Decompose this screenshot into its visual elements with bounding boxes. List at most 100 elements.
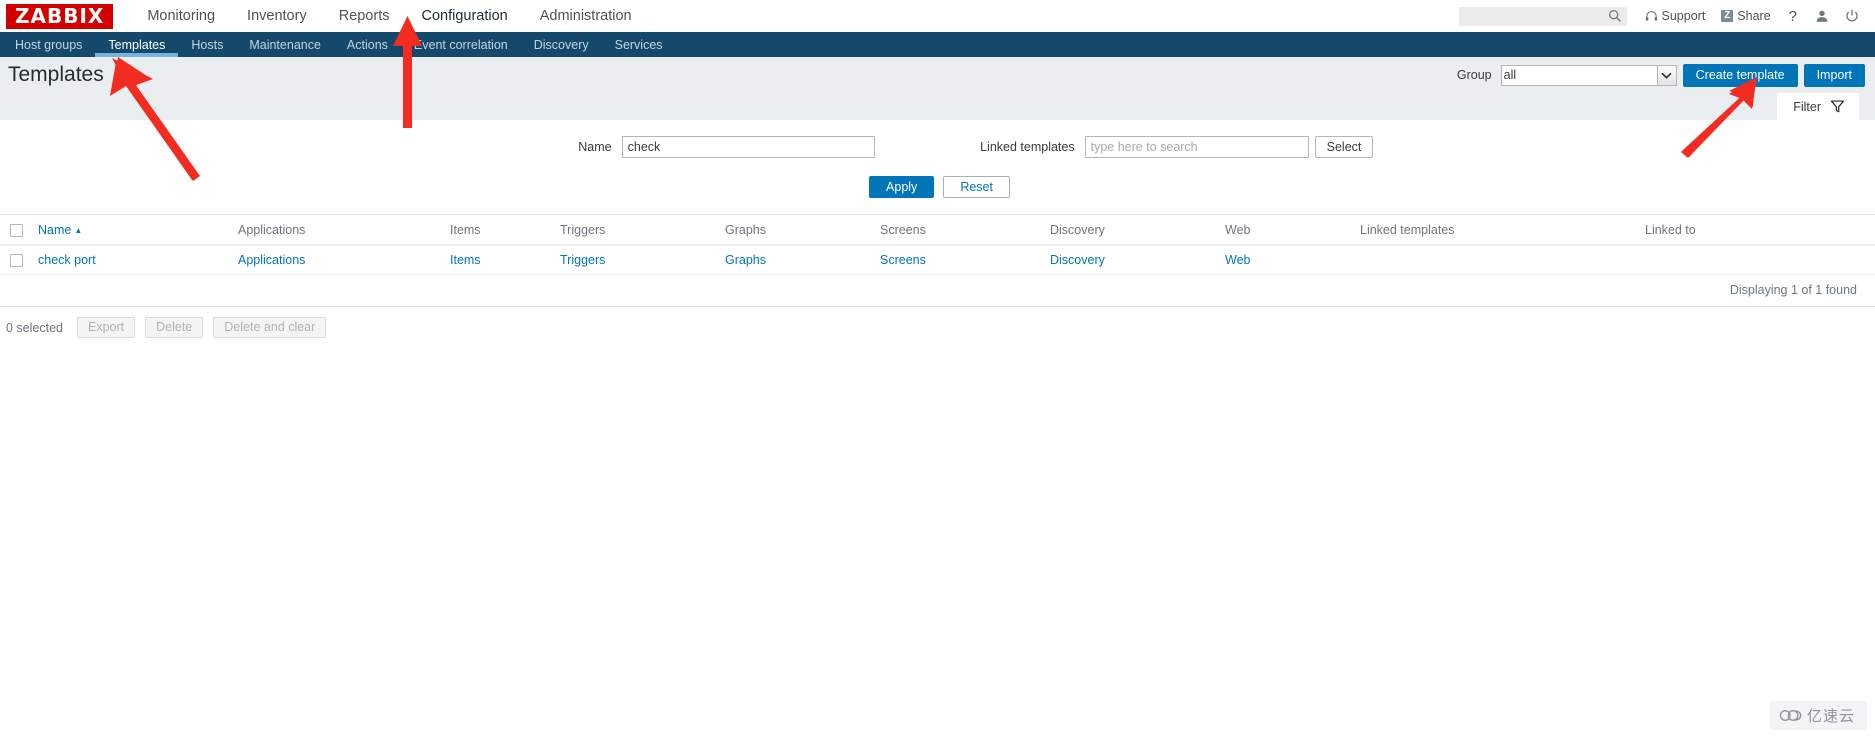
cell-items[interactable]: Items [446, 245, 556, 276]
linked-templates-label: Linked templates [980, 140, 1075, 154]
row-select-cell[interactable] [0, 245, 34, 276]
support-link[interactable]: Support [1637, 9, 1714, 23]
subnav-item-discovery[interactable]: Discovery [521, 32, 602, 57]
user-icon [1816, 10, 1828, 22]
subnav-item-actions[interactable]: Actions [334, 32, 401, 57]
table-body: check port Applications Items Triggers G… [0, 245, 1875, 276]
share-link[interactable]: Z Share [1713, 9, 1778, 23]
column-header-web: Web [1221, 215, 1356, 247]
watermark-text: 亿速云 [1806, 707, 1855, 725]
group-select[interactable]: all [1500, 64, 1677, 86]
zabbix-logo: ZABBIX [6, 3, 114, 29]
result-count: Displaying 1 of 1 found [0, 275, 1875, 308]
subnav-item-hosts[interactable]: Hosts [178, 32, 236, 57]
subnav-item-event-correlation[interactable]: Event correlation [401, 32, 521, 57]
page-title: Templates [8, 63, 104, 86]
filter-tab[interactable]: Filter [1777, 93, 1859, 120]
subnav-item-templates[interactable]: Templates [95, 32, 179, 57]
menu-item-configuration[interactable]: Configuration [405, 3, 523, 29]
share-label: Share [1737, 9, 1771, 23]
power-icon [1846, 9, 1858, 22]
sub-navigation: Host groups Templates Hosts Maintenance … [0, 32, 1875, 57]
zabbix-app: ZABBIX Monitoring Inventory Reports Conf… [0, 0, 1875, 736]
items-link[interactable]: Items [450, 253, 481, 267]
select-linked-templates-button[interactable]: Select [1314, 136, 1374, 158]
screens-link[interactable]: Screens [880, 253, 926, 267]
search-input[interactable] [1458, 6, 1627, 26]
name-filter-input[interactable] [621, 136, 875, 158]
main-menu: Monitoring Inventory Reports Configurati… [131, 3, 647, 29]
user-profile-link[interactable] [1807, 9, 1837, 23]
global-search[interactable] [1458, 6, 1627, 26]
group-label: Group [1456, 68, 1492, 82]
cell-applications[interactable]: Applications [234, 245, 446, 276]
bulk-action-bar: 0 selected Export Delete Delete and clea… [0, 307, 1875, 349]
row-checkbox[interactable] [10, 254, 23, 268]
table-row: check port Applications Items Triggers G… [0, 245, 1875, 276]
templates-table: Name ▲ Applications Items Triggers Graphs… [0, 215, 1875, 276]
export-button[interactable]: Export [76, 317, 136, 339]
cell-linked-to [1641, 245, 1875, 276]
header-actions: Support Z Share ? [1458, 0, 1867, 32]
cell-discovery[interactable]: Discovery [1046, 245, 1221, 276]
select-all-checkbox[interactable] [10, 224, 23, 238]
web-link[interactable]: Web [1225, 253, 1250, 267]
column-header-screens: Screens [876, 215, 1046, 247]
reset-button[interactable]: Reset [943, 176, 1010, 198]
linked-templates-input[interactable] [1084, 136, 1309, 158]
headset-icon [1645, 10, 1657, 21]
menu-item-administration[interactable]: Administration [524, 3, 648, 29]
help-icon[interactable]: ? [1779, 8, 1807, 25]
sort-asc-icon: ▲ [74, 226, 83, 236]
column-header-linked-to: Linked to [1641, 215, 1875, 247]
selected-count: 0 selected [6, 320, 63, 335]
table-head: Name ▲ Applications Items Triggers Graphs… [0, 215, 1875, 247]
apply-button[interactable]: Apply [869, 176, 935, 198]
funnel-icon [1830, 100, 1845, 113]
menu-item-reports[interactable]: Reports [323, 3, 406, 29]
templates-table-wrap: Name ▲ Applications Items Triggers Graphs… [0, 215, 1875, 349]
cell-screens[interactable]: Screens [876, 245, 1046, 276]
applications-link[interactable]: Applications [238, 253, 305, 267]
filter-row-buttons: Apply Reset [0, 176, 1875, 198]
import-button[interactable]: Import [1803, 63, 1865, 87]
group-select-wrap[interactable]: all [1500, 64, 1677, 86]
cell-linked-templates [1356, 245, 1641, 276]
column-header-linked-templates: Linked templates [1356, 215, 1641, 247]
triggers-link[interactable]: Triggers [560, 253, 605, 267]
discovery-link[interactable]: Discovery [1050, 253, 1105, 267]
support-label: Support [1661, 9, 1706, 23]
delete-button[interactable]: Delete [145, 317, 204, 339]
select-all-header[interactable] [0, 215, 34, 247]
column-header-triggers: Triggers [556, 215, 721, 247]
cloud-icon [1779, 710, 1802, 721]
cell-web[interactable]: Web [1221, 245, 1356, 276]
menu-item-inventory[interactable]: Inventory [231, 3, 323, 29]
graphs-link[interactable]: Graphs [725, 253, 766, 267]
column-header-applications: Applications [234, 215, 446, 247]
sign-out-link[interactable] [1837, 9, 1867, 23]
menu-item-monitoring[interactable]: Monitoring [131, 3, 231, 29]
column-header-discovery: Discovery [1046, 215, 1221, 247]
page-toolbar: Group all Create template Import [1457, 57, 1865, 93]
top-header: ZABBIX Monitoring Inventory Reports Conf… [0, 0, 1875, 32]
watermark: 亿速云 [1769, 701, 1867, 730]
filter-row-1: Name Linked templates Select [0, 136, 1875, 158]
create-template-button[interactable]: Create template [1682, 63, 1798, 87]
subnav-item-maintenance[interactable]: Maintenance [236, 32, 334, 57]
filter-tab-label: Filter [1793, 99, 1821, 114]
cell-triggers[interactable]: Triggers [556, 245, 721, 276]
sort-by-name-link[interactable]: Name [38, 223, 71, 237]
cell-name[interactable]: check port [34, 245, 234, 276]
subnav-item-host-groups[interactable]: Host groups [2, 32, 95, 57]
cell-graphs[interactable]: Graphs [721, 245, 876, 276]
column-header-graphs: Graphs [721, 215, 876, 247]
delete-and-clear-button[interactable]: Delete and clear [213, 317, 327, 339]
filter-form: Name Linked templates Select Apply Reset [0, 120, 1875, 215]
template-name-link[interactable]: check port [38, 253, 96, 267]
column-header-items: Items [446, 215, 556, 247]
page-title-row: Templates Group all Create template Impo… [0, 57, 1875, 93]
column-header-name[interactable]: Name ▲ [34, 215, 234, 247]
subnav-item-services[interactable]: Services [602, 32, 676, 57]
filter-tab-strip: Filter [0, 93, 1875, 120]
